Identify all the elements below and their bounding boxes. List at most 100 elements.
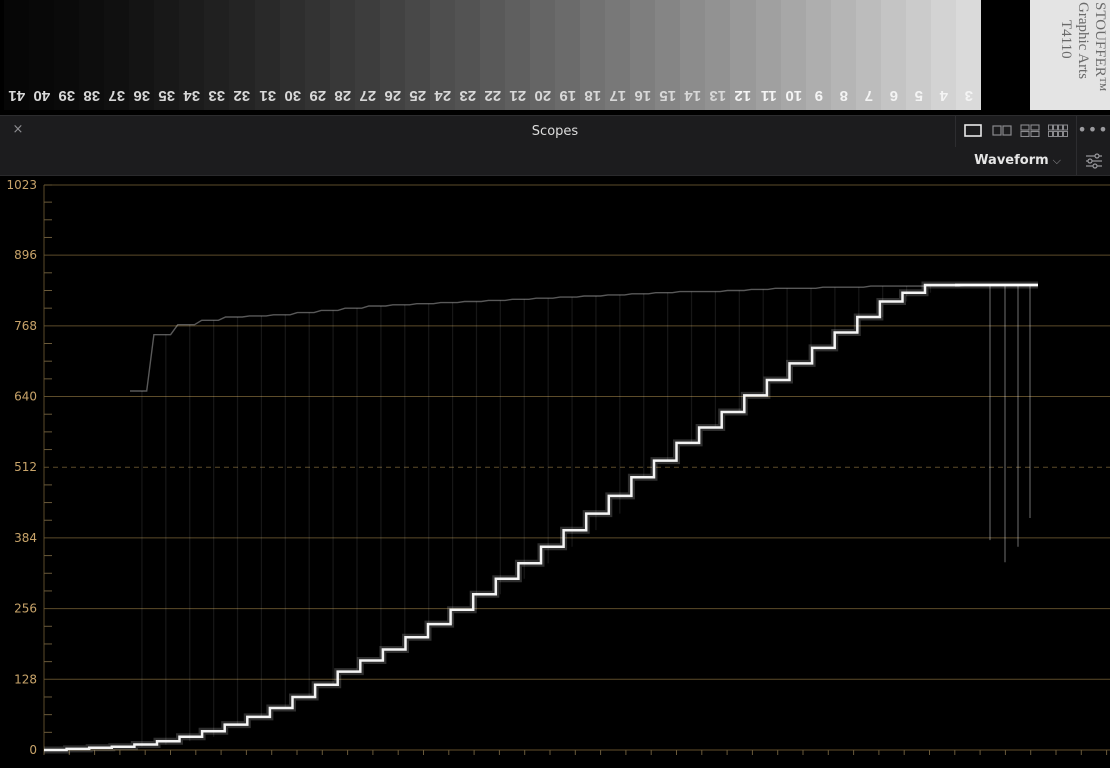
step-patch: 17 [605, 0, 631, 110]
step-number: 29 [309, 87, 326, 104]
step-number: 24 [434, 87, 451, 104]
brand-text: T4110 [1058, 20, 1074, 59]
y-tick-label: 128 [14, 672, 37, 686]
single-layout-icon[interactable] [964, 124, 982, 137]
dual-layout-icon[interactable] [992, 124, 1012, 137]
step-tablet-image: 41 40 39 38 37 36 35 34 33 32 31 30 29 28 27 26 25 24 23 22… [0, 0, 1110, 110]
step-patch: 40 [29, 0, 55, 110]
step-patch: 18 [580, 0, 606, 110]
quad-layout-icon[interactable] [1020, 124, 1040, 137]
step-number: 26 [384, 87, 401, 104]
step-number: 23 [459, 87, 477, 104]
step-patch: 6 [880, 0, 907, 110]
step-number: 21 [509, 87, 527, 104]
step-number: 9 [814, 87, 823, 104]
step-patch: 5 [905, 0, 932, 110]
step-number: 18 [584, 87, 602, 104]
step-patch: 15 [655, 0, 681, 110]
step-patch: 27 [354, 0, 381, 110]
trace-glow [44, 281, 1038, 754]
step-patch: 37 [104, 0, 130, 110]
y-tick-label: 256 [14, 602, 37, 616]
step-patch: 11 [755, 0, 782, 110]
more-options-icon[interactable]: ••• [1076, 116, 1110, 147]
step-number: 13 [709, 87, 727, 104]
chevron-down-icon: ⌵ [1052, 154, 1061, 167]
step-patch: 33 [204, 0, 230, 110]
step-patch: 22 [479, 0, 506, 110]
step-number: 8 [839, 87, 848, 104]
step-number: 12 [734, 87, 752, 104]
y-tick-label: 896 [14, 248, 37, 262]
step-patch: 8 [830, 0, 857, 110]
step-number: 5 [914, 87, 923, 104]
scopes-titlebar: × Scopes ••• [0, 115, 1110, 148]
step-number: 40 [33, 87, 51, 104]
step-number: 10 [784, 87, 802, 104]
step-number: 28 [334, 87, 351, 104]
waveform-scope: 0 128 256 384 512 640 768 896 1023 [6, 178, 1110, 757]
step-number: 25 [409, 87, 426, 104]
step-patch: 21 [505, 0, 531, 110]
y-tick-label: 768 [14, 319, 37, 333]
step-patch: 13 [705, 0, 731, 110]
scope-toolbar: Waveform ⌵ [0, 147, 1110, 176]
step-number: 32 [233, 87, 251, 104]
step-patch: 28 [329, 0, 356, 110]
step-patch: 4 [930, 0, 957, 110]
y-tick-label: 1023 [6, 178, 37, 192]
step-number: 20 [534, 87, 552, 104]
step-number: 15 [659, 87, 677, 104]
step-patch: 36 [129, 0, 155, 110]
y-tick-label: 0 [29, 743, 37, 757]
panel-title: Scopes [531, 124, 579, 139]
step-number: 38 [83, 87, 101, 104]
step-patch: 31 [254, 0, 281, 110]
step-number: 31 [258, 87, 276, 104]
step-patch: 23 [454, 0, 481, 110]
step-patch: 24 [429, 0, 456, 110]
brand-label: STOUFFER™ Graphic Arts T4110 [1030, 0, 1110, 110]
y-tick-label: 512 [14, 460, 37, 474]
close-icon[interactable]: × [10, 122, 26, 138]
y-tick-label: 640 [14, 390, 37, 404]
step-patch: 34 [179, 0, 205, 110]
step-number: 22 [484, 87, 502, 104]
multi-layout-icon[interactable] [1048, 124, 1068, 137]
step-patch: 16 [630, 0, 656, 110]
step-patch: 29 [304, 0, 331, 110]
step-number: 3 [964, 87, 973, 104]
scope-type-label: Waveform [974, 153, 1049, 168]
scope-type-dropdown[interactable]: Waveform ⌵ [974, 147, 1069, 175]
step-number: 27 [359, 87, 376, 104]
step-patch: 32 [229, 0, 255, 110]
step-patch: 19 [555, 0, 581, 110]
brand-text: STOUFFER™ [1092, 2, 1108, 92]
step-number: 14 [684, 87, 702, 104]
step-patch: 9 [805, 0, 832, 110]
step-number: 19 [559, 87, 577, 104]
step-patch: 3 [955, 0, 982, 110]
step-patch: 14 [680, 0, 706, 110]
step-patch: 12 [730, 0, 756, 110]
step-number: 30 [283, 87, 301, 104]
step-patch: 25 [404, 0, 431, 110]
step-patch: 38 [79, 0, 105, 110]
waveform-trace [44, 283, 1038, 752]
step-patch: 39 [54, 0, 80, 110]
step-patch: 35 [154, 0, 180, 110]
step-patch: 7 [855, 0, 882, 110]
step-patch: 20 [530, 0, 556, 110]
step-number: 16 [634, 87, 652, 104]
step-patch: 41 [4, 0, 30, 110]
step-number: 36 [133, 87, 151, 104]
settings-sliders-icon[interactable] [1076, 147, 1110, 175]
step-number: 7 [864, 87, 873, 104]
step-number: 35 [158, 87, 176, 104]
y-tick-label: 384 [14, 531, 37, 545]
step-number: 37 [108, 87, 126, 104]
step-number: 11 [760, 87, 777, 104]
step-number: 4 [939, 87, 948, 104]
layout-buttons [955, 116, 1077, 147]
step-number: 34 [183, 87, 201, 104]
